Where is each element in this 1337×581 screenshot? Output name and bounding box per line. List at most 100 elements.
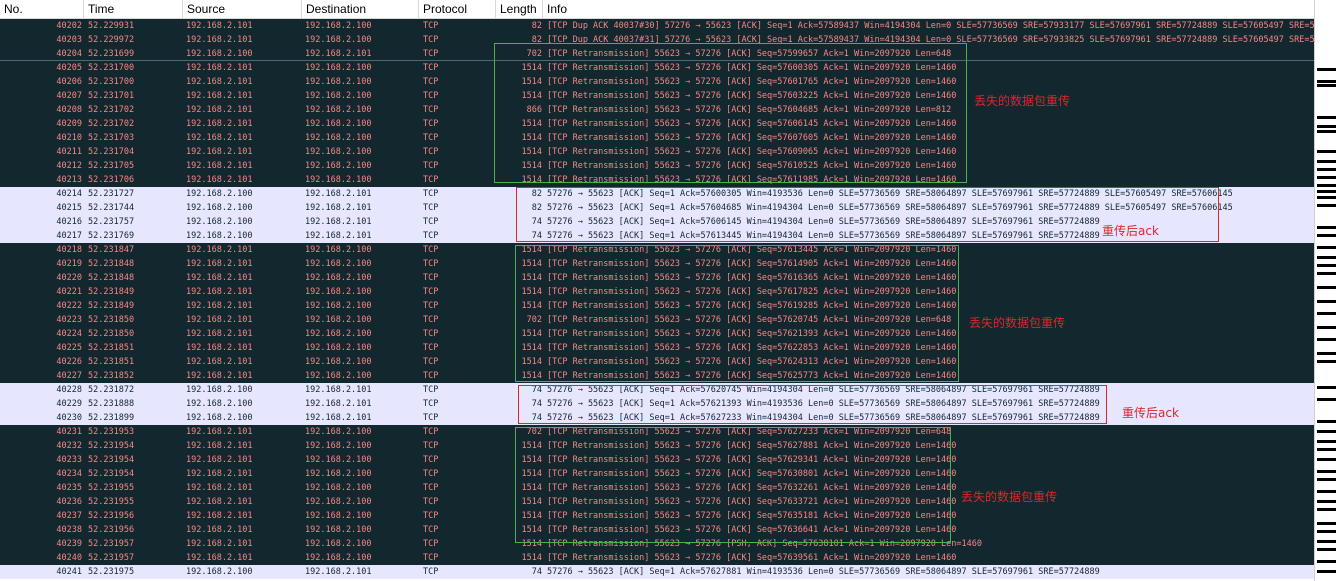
scrollbar-marker <box>1317 312 1336 315</box>
packet-length-cell: 1514 <box>521 301 542 311</box>
packet-row[interactable]: 40228 52.231872 192.168.2.100 192.168.2.101… <box>0 383 1314 397</box>
packet-row[interactable]: 40215 52.231744 192.168.2.100 192.168.2.101… <box>0 201 1314 215</box>
column-header-info[interactable]: Info <box>543 0 1314 19</box>
packet-time-cell: 52.231955 <box>88 497 135 507</box>
packet-protocol-cell: TCP <box>423 441 439 451</box>
column-header-protocol[interactable]: Protocol <box>419 0 496 19</box>
packet-row[interactable]: 40224 52.231850 192.168.2.101 192.168.2.100… <box>0 327 1314 341</box>
packet-destination-cell: 192.168.2.100 <box>305 357 372 367</box>
packet-source-cell: 192.168.2.101 <box>186 441 253 451</box>
packet-time-cell: 52.231852 <box>88 371 135 381</box>
packet-number-cell: 40228 <box>56 385 82 395</box>
packet-row[interactable]: 40231 52.231953 192.168.2.101 192.168.2.100… <box>0 425 1314 439</box>
packet-time-cell: 52.231954 <box>88 441 135 451</box>
packet-row[interactable]: 40218 52.231847 192.168.2.101 192.168.2.100… <box>0 243 1314 257</box>
scrollbar-marker <box>1317 448 1336 451</box>
column-header-time[interactable]: Time <box>84 0 183 19</box>
packet-row[interactable]: 40221 52.231849 192.168.2.101 192.168.2.100… <box>0 285 1314 299</box>
packet-row[interactable]: 40226 52.231851 192.168.2.101 192.168.2.100… <box>0 355 1314 369</box>
packet-number-cell: 40233 <box>56 455 82 465</box>
packet-row[interactable]: 40203 52.229972 192.168.2.101 192.168.2.100… <box>0 33 1314 47</box>
packet-row[interactable]: 40240 52.231957 192.168.2.101 192.168.2.100… <box>0 551 1314 565</box>
packet-row[interactable]: 40241 52.231975 192.168.2.100 192.168.2.101… <box>0 565 1314 579</box>
packet-source-cell: 192.168.2.100 <box>186 49 253 59</box>
packet-row[interactable]: 40234 52.231954 192.168.2.101 192.168.2.100… <box>0 467 1314 481</box>
packet-number-cell: 40211 <box>56 147 82 157</box>
packet-row[interactable]: 40205 52.231700 192.168.2.101 192.168.2.100… <box>0 61 1314 75</box>
column-header-destination[interactable]: Destination <box>302 0 419 19</box>
packet-row[interactable]: 40209 52.231702 192.168.2.101 192.168.2.100… <box>0 117 1314 131</box>
packet-row[interactable]: 40236 52.231955 192.168.2.101 192.168.2.100… <box>0 495 1314 509</box>
packet-number-cell: 40239 <box>56 539 82 549</box>
packet-row[interactable]: 40207 52.231701 192.168.2.101 192.168.2.100… <box>0 89 1314 103</box>
packet-row[interactable]: 40235 52.231955 192.168.2.101 192.168.2.100… <box>0 481 1314 495</box>
column-header-no[interactable]: No. <box>0 0 84 19</box>
packet-info-cell: [TCP Retransmission] 55623 → 57276 [ACK]… <box>547 105 952 115</box>
scrollbar-marker <box>1317 470 1336 473</box>
packet-row[interactable]: 40206 52.231700 192.168.2.101 192.168.2.100… <box>0 75 1314 89</box>
packet-time-cell: 52.231957 <box>88 539 135 549</box>
packet-protocol-cell: TCP <box>423 483 439 493</box>
packet-row[interactable]: 40220 52.231848 192.168.2.101 192.168.2.100… <box>0 271 1314 285</box>
packet-row[interactable]: 40211 52.231704 192.168.2.101 192.168.2.100… <box>0 145 1314 159</box>
packet-row[interactable]: 40202 52.229931 192.168.2.101 192.168.2.100… <box>0 19 1314 33</box>
column-header-source[interactable]: Source <box>183 0 302 19</box>
packet-protocol-cell: TCP <box>423 371 439 381</box>
packet-number-cell: 40218 <box>56 245 82 255</box>
packet-length-cell: 1514 <box>521 77 542 87</box>
packet-time-cell: 52.231956 <box>88 511 135 521</box>
packet-protocol-cell: TCP <box>423 217 439 227</box>
packet-destination-cell: 192.168.2.100 <box>305 105 372 115</box>
packet-row[interactable]: 40239 52.231957 192.168.2.101 192.168.2.100… <box>0 537 1314 551</box>
packet-row[interactable]: 40229 52.231888 192.168.2.100 192.168.2.101… <box>0 397 1314 411</box>
packet-row[interactable]: 40219 52.231848 192.168.2.101 192.168.2.100… <box>0 257 1314 271</box>
packet-source-cell: 192.168.2.101 <box>186 147 253 157</box>
packet-row[interactable]: 40204 52.231699 192.168.2.100 192.168.2.101… <box>0 47 1314 61</box>
packet-row[interactable]: 40214 52.231727 192.168.2.100 192.168.2.101… <box>0 187 1314 201</box>
packet-source-cell: 192.168.2.100 <box>186 567 253 577</box>
packet-number-cell: 40212 <box>56 161 82 171</box>
packet-list-scrollbar-minimap[interactable] <box>1314 0 1337 581</box>
annotation-ack-after-retransmit-1: 重传后ack <box>1102 224 1159 238</box>
packet-protocol-cell: TCP <box>423 175 439 185</box>
packet-time-cell: 52.231744 <box>88 203 135 213</box>
packet-length-cell: 1514 <box>521 525 542 535</box>
packet-source-cell: 192.168.2.101 <box>186 273 253 283</box>
packet-length-cell: 1514 <box>521 259 542 269</box>
packet-protocol-cell: TCP <box>423 315 439 325</box>
packet-row[interactable]: 40223 52.231850 192.168.2.101 192.168.2.100… <box>0 313 1314 327</box>
packet-number-cell: 40208 <box>56 105 82 115</box>
packet-protocol-cell: TCP <box>423 343 439 353</box>
packet-row[interactable]: 40233 52.231954 192.168.2.101 192.168.2.100… <box>0 453 1314 467</box>
column-header-length[interactable]: Length <box>496 0 543 19</box>
packet-length-cell: 74 <box>531 217 542 227</box>
scrollbar-marker <box>1317 548 1336 551</box>
packet-row[interactable]: 40208 52.231702 192.168.2.101 192.168.2.100… <box>0 103 1314 117</box>
packet-source-cell: 192.168.2.101 <box>186 539 253 549</box>
scrollbar-marker <box>1317 490 1336 493</box>
packet-row[interactable]: 40210 52.231703 192.168.2.101 192.168.2.100… <box>0 131 1314 145</box>
packet-row[interactable]: 40225 52.231851 192.168.2.101 192.168.2.100… <box>0 341 1314 355</box>
packet-row[interactable]: 40212 52.231705 192.168.2.101 192.168.2.100… <box>0 159 1314 173</box>
packet-info-cell: [TCP Retransmission] 55623 → 57276 [ACK]… <box>547 287 957 297</box>
packet-row[interactable]: 40237 52.231956 192.168.2.101 192.168.2.100… <box>0 509 1314 523</box>
packet-row[interactable]: 40213 52.231706 192.168.2.101 192.168.2.100… <box>0 173 1314 187</box>
packet-source-cell: 192.168.2.101 <box>186 175 253 185</box>
annotation-lost-retransmit-2: 丢失的数据包重传 <box>969 316 1066 330</box>
scrollbar-marker <box>1317 286 1336 289</box>
packet-info-cell: 57276 → 55623 [ACK] Seq=1 Ack=57621393 W… <box>547 399 1100 409</box>
packet-length-cell: 74 <box>531 413 542 423</box>
packet-row[interactable]: 40227 52.231852 192.168.2.101 192.168.2.100… <box>0 369 1314 383</box>
packet-row[interactable]: 40238 52.231956 192.168.2.101 192.168.2.100… <box>0 523 1314 537</box>
packet-row[interactable]: 40232 52.231954 192.168.2.101 192.168.2.100… <box>0 439 1314 453</box>
scrollbar-marker <box>1317 176 1336 179</box>
packet-row[interactable]: 40230 52.231899 192.168.2.100 192.168.2.101… <box>0 411 1314 425</box>
scrollbar-marker <box>1317 458 1336 461</box>
packet-time-cell: 52.231706 <box>88 175 135 185</box>
packet-protocol-cell: TCP <box>423 385 439 395</box>
packet-number-cell: 40230 <box>56 413 82 423</box>
packet-number-cell: 40206 <box>56 77 82 87</box>
packet-number-cell: 40237 <box>56 511 82 521</box>
packet-row[interactable]: 40222 52.231849 192.168.2.101 192.168.2.100… <box>0 299 1314 313</box>
packet-length-cell: 74 <box>531 231 542 241</box>
